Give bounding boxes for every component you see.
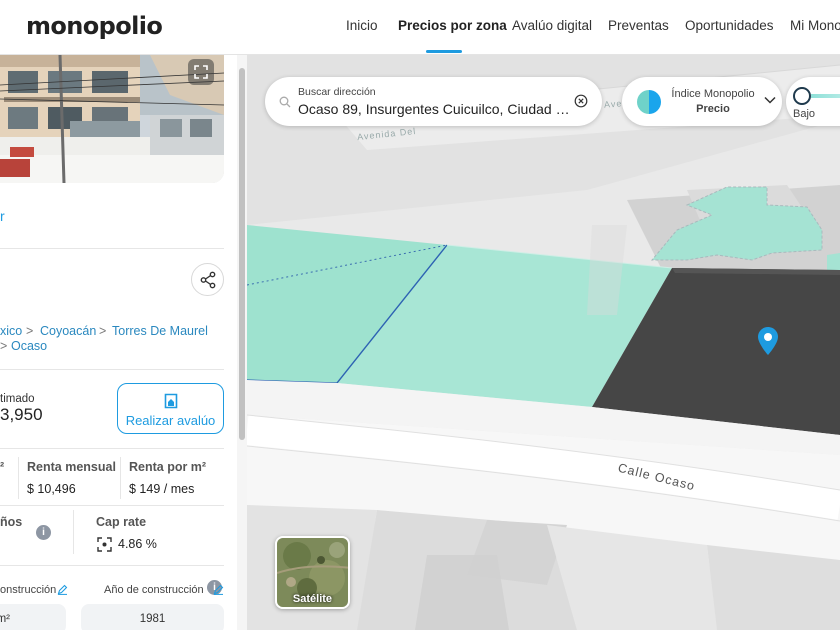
property-photo[interactable] bbox=[0, 55, 224, 183]
ano-construccion-field[interactable]: 1981 bbox=[81, 604, 224, 630]
breadcrumb-item-torres-de-maurel[interactable]: Torres De Maurel bbox=[112, 324, 208, 338]
realizar-avaluo-label: Realizar avalúo bbox=[125, 413, 216, 428]
clear-search-icon[interactable] bbox=[574, 94, 588, 108]
vertical-divider bbox=[120, 457, 121, 499]
stat-anos-label: ños bbox=[0, 515, 23, 529]
vertical-divider bbox=[18, 457, 19, 499]
search-input[interactable]: Ocaso 89, Insurgentes Cuicuilco, Ciudad … bbox=[298, 101, 574, 117]
search-icon bbox=[279, 96, 291, 108]
active-tab-indicator bbox=[426, 50, 462, 53]
edit-icon[interactable] bbox=[57, 584, 68, 595]
stat-m2-label: ² bbox=[0, 460, 5, 474]
ano-construccion-label: Año de construcción bbox=[104, 584, 204, 596]
chevron-right-icon: > bbox=[0, 339, 8, 353]
nav-avaluo-digital[interactable]: Avalúo digital bbox=[512, 18, 592, 33]
nav-oportunidades[interactable]: Oportunidades bbox=[685, 18, 774, 33]
chevron-right-icon: > bbox=[99, 324, 107, 338]
property-panel: r xico > Coyoacán > Torres De Maurel > O… bbox=[0, 55, 247, 630]
satellite-toggle-button[interactable]: Satélite bbox=[275, 536, 350, 609]
satellite-label: Satélite bbox=[292, 593, 333, 605]
expand-icon bbox=[194, 65, 208, 79]
renta-mensual-label: Renta mensual bbox=[27, 460, 116, 474]
top-navbar: monopolio Inicio Precios por zona Avalúo… bbox=[0, 0, 840, 55]
nav-mi-mono[interactable]: Mi Mono bbox=[790, 18, 840, 33]
scan-icon bbox=[97, 537, 112, 552]
range-low-knob[interactable] bbox=[793, 87, 811, 105]
chevron-down-icon bbox=[764, 96, 776, 104]
renta-por-m2-label: Renta por m² bbox=[129, 460, 207, 474]
info-icon[interactable]: i bbox=[36, 525, 51, 540]
indice-value: Precio bbox=[696, 103, 730, 115]
share-button[interactable] bbox=[191, 263, 224, 296]
range-gradient bbox=[811, 94, 840, 98]
nav-preventas[interactable]: Preventas bbox=[608, 18, 669, 33]
range-low-label: Bajo bbox=[793, 108, 816, 120]
divider bbox=[0, 369, 224, 370]
photo-link[interactable]: r bbox=[0, 208, 5, 224]
share-icon bbox=[200, 271, 215, 288]
cap-rate-value: 4.86 % bbox=[118, 537, 157, 551]
panel-scrollbar-thumb[interactable] bbox=[239, 68, 245, 440]
indice-selector[interactable]: Índice Monopolio Precio bbox=[622, 77, 782, 126]
breadcrumb-item-ciudad[interactable]: xico bbox=[0, 324, 22, 338]
nav-precios-por-zona[interactable]: Precios por zona bbox=[398, 18, 507, 33]
house-icon bbox=[164, 393, 178, 409]
construccion-label: onstrucción bbox=[0, 584, 57, 596]
indice-title: Índice Monopolio bbox=[671, 88, 755, 100]
search-label: Buscar dirección bbox=[298, 86, 376, 98]
renta-mensual-value: $ 10,496 bbox=[27, 482, 76, 496]
address-search[interactable]: Buscar dirección Ocaso 89, Insurgentes C… bbox=[265, 77, 602, 126]
breadcrumb-item-coyoacan[interactable]: Coyoacán bbox=[40, 324, 96, 338]
nav-inicio[interactable]: Inicio bbox=[346, 18, 378, 33]
edit-icon[interactable] bbox=[213, 584, 224, 595]
chevron-right-icon: > bbox=[26, 324, 34, 338]
divider bbox=[0, 248, 224, 249]
estimate-value: 3,950 bbox=[0, 405, 43, 424]
breadcrumb-item-ocaso[interactable]: Ocaso bbox=[11, 339, 47, 353]
price-range-legend: Bajo bbox=[786, 77, 840, 126]
renta-por-m2-value: $ 149 / mes bbox=[129, 482, 195, 496]
construccion-field[interactable]: m² bbox=[0, 604, 66, 630]
cap-rate-label: Cap rate bbox=[96, 515, 147, 529]
monopolio-logo[interactable]: monopolio bbox=[26, 12, 163, 40]
divider bbox=[0, 565, 224, 566]
divider bbox=[0, 505, 224, 506]
realizar-avaluo-button[interactable]: Realizar avalúo bbox=[117, 383, 224, 434]
street-label-ave: Ave bbox=[603, 98, 623, 110]
indice-color-icon bbox=[637, 90, 661, 114]
vertical-divider bbox=[73, 510, 74, 554]
estimate-label: timado bbox=[0, 393, 35, 405]
location-pin-icon[interactable] bbox=[758, 327, 778, 357]
divider bbox=[0, 448, 224, 449]
expand-photo-button[interactable] bbox=[188, 59, 214, 85]
